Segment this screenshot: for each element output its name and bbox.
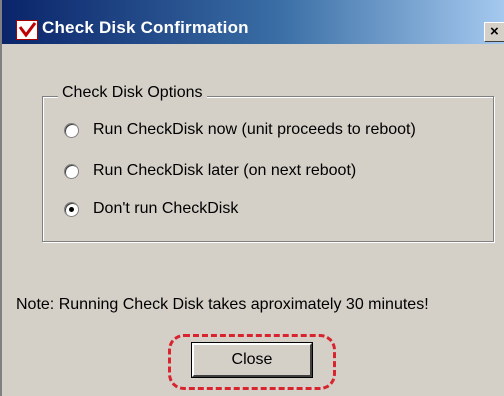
group-label: Check Disk Options — [58, 84, 207, 102]
checkmark-app-icon — [16, 20, 38, 40]
option-run-later[interactable]: Run CheckDisk later (on next reboot) — [64, 160, 356, 182]
radio-run-later[interactable] — [64, 163, 79, 179]
option-dont-run[interactable]: Don't run CheckDisk — [64, 198, 238, 220]
dialog-window: Check Disk Confirmation × Check Disk Opt… — [0, 0, 504, 396]
option-label-dont-run: Don't run CheckDisk — [93, 200, 239, 217]
title-bar[interactable]: Check Disk Confirmation × — [2, 0, 504, 44]
option-label-run-later: Run CheckDisk later (on next reboot) — [93, 162, 357, 179]
window-title: Check Disk Confirmation — [42, 18, 249, 37]
close-window-icon[interactable]: × — [484, 22, 504, 42]
close-button[interactable]: Close — [191, 342, 313, 378]
radio-dont-run[interactable] — [64, 201, 79, 217]
note-text: Note: Running Check Disk takes aproximat… — [16, 296, 429, 313]
radio-run-now[interactable] — [64, 122, 79, 138]
option-label-run-now: Run CheckDisk now (unit proceeds to rebo… — [93, 121, 416, 138]
option-run-now[interactable]: Run CheckDisk now (unit proceeds to rebo… — [64, 119, 416, 141]
